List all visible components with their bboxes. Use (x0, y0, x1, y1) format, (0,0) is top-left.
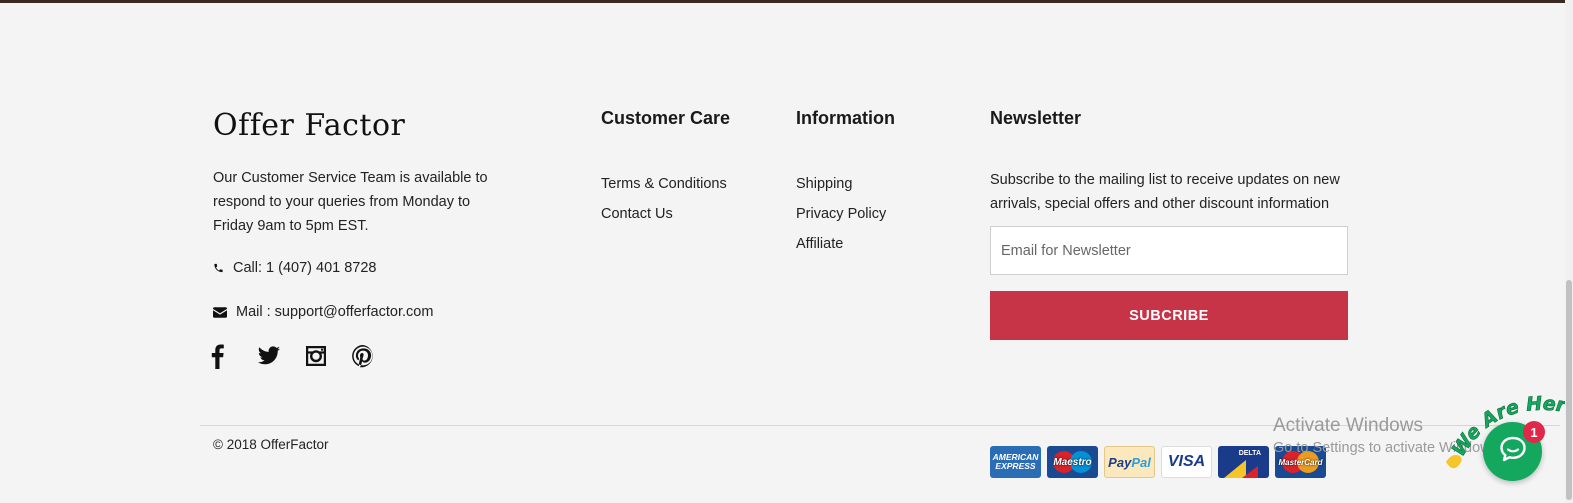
facebook-icon[interactable] (210, 343, 234, 369)
maestro-label: Maestro (1053, 456, 1092, 468)
paypal-label-b: Pal (1131, 454, 1151, 470)
subscribe-button[interactable]: SUBCRIBE (990, 291, 1348, 340)
pinterest-icon[interactable] (351, 343, 375, 369)
information-title: Information (796, 108, 895, 128)
paypal-label-a: Pay (1108, 454, 1132, 470)
amex-line-2: EXPRESS (995, 461, 1036, 471)
envelope-icon (213, 306, 227, 318)
social-links (210, 343, 375, 369)
link-contact-us[interactable]: Contact Us (601, 199, 727, 229)
visa-card-icon: VISA (1161, 446, 1212, 478)
phone-icon (213, 262, 224, 274)
link-shipping[interactable]: Shipping (796, 169, 886, 199)
delta-label: DELTA (1238, 450, 1261, 457)
chat-bubble-icon (1498, 434, 1528, 469)
customer-service-text: Our Customer Service Team is available t… (213, 170, 488, 234)
chat-notification-badge: 1 (1523, 421, 1545, 443)
newsletter-email-input[interactable] (990, 226, 1348, 275)
mail-address[interactable]: Mail : support@offerfactor.com (236, 304, 433, 320)
mail-line: Mail : support@offerfactor.com (213, 304, 433, 320)
waving-hand-icon (1446, 454, 1462, 469)
customer-care-title: Customer Care (601, 108, 731, 128)
customer-care-links: Terms & Conditions Contact Us (601, 169, 727, 229)
copyright-text: © 2018 OfferFactor (213, 437, 329, 452)
hero-image-bottom-edge (0, 0, 1573, 3)
instagram-icon[interactable] (304, 343, 328, 369)
maestro-card-icon: Maestro (1047, 446, 1098, 478)
delta-card-icon: DELTA (1218, 446, 1269, 478)
link-affiliate[interactable]: Affiliate (796, 229, 886, 259)
page-scrollbar[interactable] (1565, 0, 1573, 503)
newsletter-description: Subscribe to the mailing list to receive… (990, 172, 1340, 212)
newsletter-title: Newsletter (990, 108, 1082, 128)
mastercard-label: MasterCard (1278, 457, 1323, 467)
information-links: Shipping Privacy Policy Affiliate (796, 169, 886, 259)
paypal-card-icon: Pay Pal (1104, 446, 1155, 478)
phone-number[interactable]: Call: 1 (407) 401 8728 (233, 260, 377, 276)
twitter-icon[interactable] (257, 343, 281, 369)
link-terms-conditions[interactable]: Terms & Conditions (601, 169, 727, 199)
scrollbar-thumb[interactable] (1566, 280, 1572, 500)
phone-line: Call: 1 (407) 401 8728 (213, 260, 377, 276)
link-privacy-policy[interactable]: Privacy Policy (796, 199, 886, 229)
amex-card-icon: AMERICAN EXPRESS (990, 446, 1041, 478)
brand-logo[interactable]: Offer Factor (213, 108, 405, 143)
visa-label: VISA (1167, 453, 1206, 470)
